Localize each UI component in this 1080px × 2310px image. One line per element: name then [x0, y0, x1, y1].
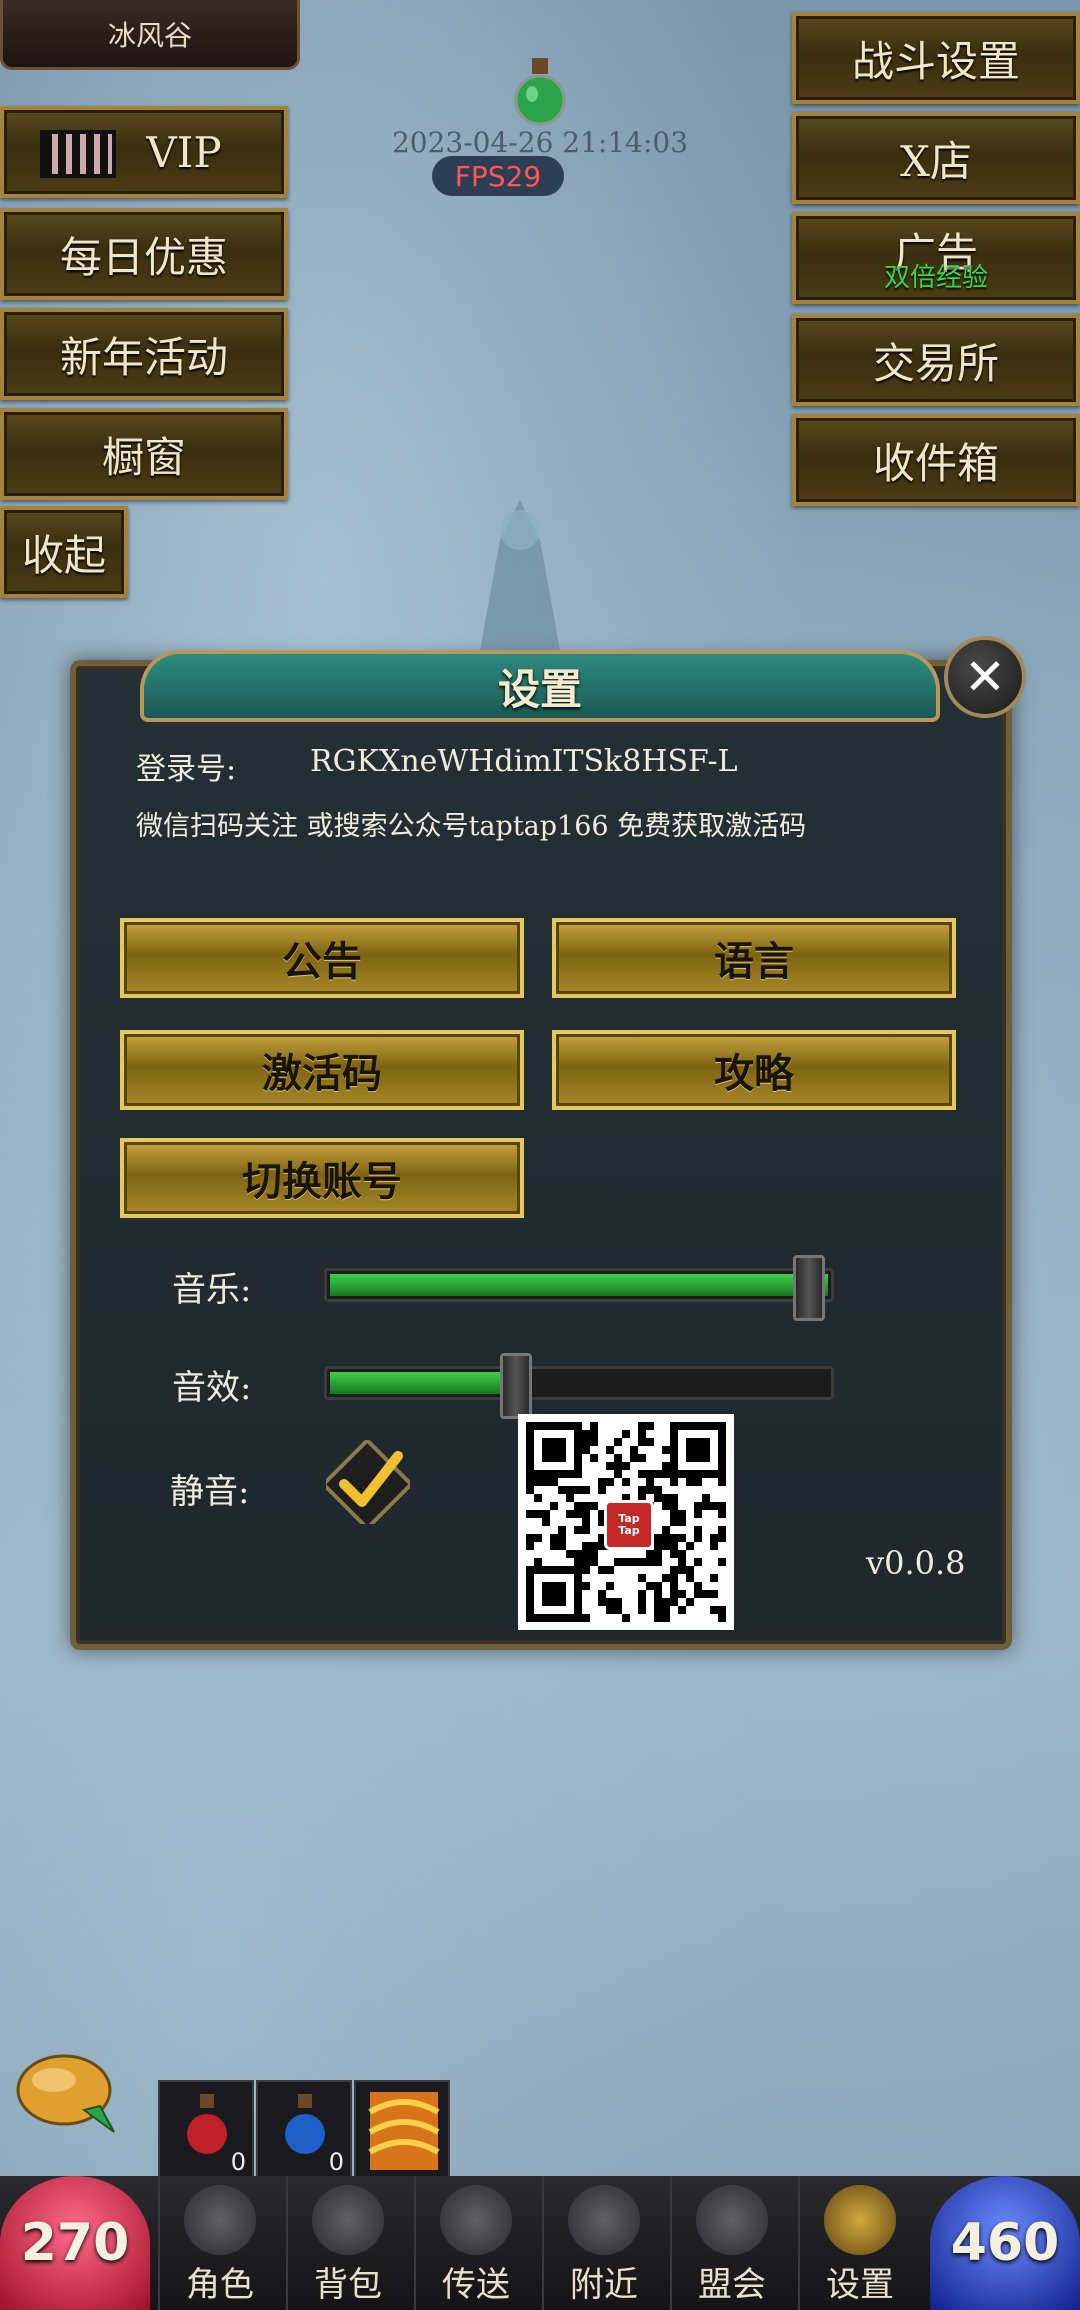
exchange-label: 交易所: [872, 338, 999, 388]
announcement-label: 公告: [282, 938, 362, 985]
battle-settings-button[interactable]: 战斗设置: [792, 12, 1080, 104]
blue-potion-count: 0: [328, 2148, 344, 2176]
language-button[interactable]: 语言: [552, 918, 956, 998]
tab-bag[interactable]: 背包: [286, 2176, 408, 2310]
sfx-slider-fill: [330, 1372, 519, 1394]
music-slider-handle[interactable]: [793, 1255, 825, 1321]
showcase-label: 橱窗: [101, 432, 186, 482]
scroll-slot[interactable]: [354, 2080, 450, 2180]
red-potion-count: 0: [230, 2148, 246, 2176]
character-icon: [184, 2185, 256, 2255]
gear-icon: [824, 2185, 896, 2255]
fps-badge: FPS29: [432, 156, 564, 196]
teleport-icon: [440, 2185, 512, 2255]
sfx-slider-handle[interactable]: [500, 1353, 532, 1419]
collapse-label: 收起: [21, 530, 106, 580]
guide-button[interactable]: 攻略: [552, 1030, 956, 1110]
daily-label: 每日优惠: [59, 232, 228, 282]
blue-potion-slot[interactable]: 0: [256, 2080, 352, 2180]
location-name: 冰风谷: [107, 18, 192, 52]
sfx-slider[interactable]: [324, 1353, 834, 1419]
mp-value: 460: [950, 2213, 1060, 2273]
mute-label: 静音:: [170, 1472, 250, 1512]
tab-character[interactable]: 角色: [158, 2176, 280, 2310]
close-icon: ✕: [964, 648, 1006, 706]
battle-label: 战斗设置: [851, 36, 1020, 86]
switch-account-label: 切换账号: [242, 1158, 402, 1205]
activation-label: 激活码: [262, 1050, 382, 1097]
ad-button[interactable]: 广告 双倍经验: [792, 212, 1080, 304]
mailbox-button[interactable]: 收件箱: [792, 414, 1080, 506]
fire-scroll-icon: [368, 2092, 440, 2170]
guild-icon: [696, 2185, 768, 2255]
dialog-title: 设置: [140, 650, 940, 722]
tab-nearby-label: 附近: [570, 2265, 638, 2305]
chat-icon[interactable]: [14, 2050, 124, 2140]
tab-settings-label: 设置: [826, 2265, 894, 2305]
sfx-label: 音效:: [172, 1368, 252, 1408]
login-id: RGKXneWHdimITSk8HSF-L: [310, 744, 738, 779]
newyear-event-button[interactable]: 新年活动: [0, 308, 288, 400]
location-tab: 冰风谷: [0, 0, 300, 70]
tab-teleport-label: 传送: [442, 2265, 510, 2305]
mp-orb: 460: [930, 2176, 1080, 2310]
xshop-label: X店: [900, 136, 972, 186]
announcement-button[interactable]: 公告: [120, 918, 524, 998]
exchange-button[interactable]: 交易所: [792, 314, 1080, 406]
newyear-label: 新年活动: [59, 332, 228, 382]
showcase-button[interactable]: 橱窗: [0, 408, 288, 500]
checkmark-icon: [320, 1437, 414, 1531]
red-potion-slot[interactable]: 0: [158, 2080, 254, 2180]
tab-nearby[interactable]: 附近: [542, 2176, 664, 2310]
music-slider[interactable]: [324, 1255, 834, 1321]
tab-settings[interactable]: 设置: [798, 2176, 920, 2310]
login-label: 登录号:: [136, 752, 237, 787]
switch-account-button[interactable]: 切换账号: [120, 1138, 524, 1218]
tab-teleport[interactable]: 传送: [414, 2176, 536, 2310]
version-text: v0.0.8: [866, 1544, 966, 1582]
bag-icon: [312, 2185, 384, 2255]
tab-character-label: 角色: [186, 2265, 254, 2305]
character-sprite: [440, 480, 600, 660]
mute-checkbox[interactable]: [320, 1437, 414, 1531]
mailbox-label: 收件箱: [872, 438, 999, 488]
tab-guild-label: 盟会: [698, 2265, 766, 2305]
potion-bottle-icon[interactable]: [508, 58, 572, 126]
wechat-note: 微信扫码关注 或搜索公众号taptap166 免费获取激活码: [136, 811, 807, 842]
double-exp-label: 双倍经验: [883, 263, 988, 293]
nearby-icon: [568, 2185, 640, 2255]
hp-value: 270: [20, 2213, 130, 2273]
hp-orb: 270: [0, 2176, 150, 2310]
activation-code-button[interactable]: 激活码: [120, 1030, 524, 1110]
dialog-title-text: 设置: [497, 664, 582, 714]
qr-code: Tap Tap: [518, 1414, 734, 1630]
daily-deals-button[interactable]: 每日优惠: [0, 208, 288, 300]
close-button[interactable]: ✕: [944, 636, 1026, 718]
taptap-logo-icon: Tap Tap: [604, 1500, 654, 1550]
taptap-logo-text: Tap Tap: [618, 1512, 640, 1537]
tab-bag-label: 背包: [314, 2265, 382, 2305]
language-label: 语言: [714, 938, 794, 985]
collapse-button[interactable]: 收起: [0, 506, 128, 598]
music-slider-fill: [330, 1274, 828, 1296]
guide-label: 攻略: [714, 1050, 794, 1097]
music-label: 音乐:: [172, 1270, 252, 1310]
tab-guild[interactable]: 盟会: [670, 2176, 792, 2310]
x-shop-button[interactable]: X店: [792, 112, 1080, 204]
